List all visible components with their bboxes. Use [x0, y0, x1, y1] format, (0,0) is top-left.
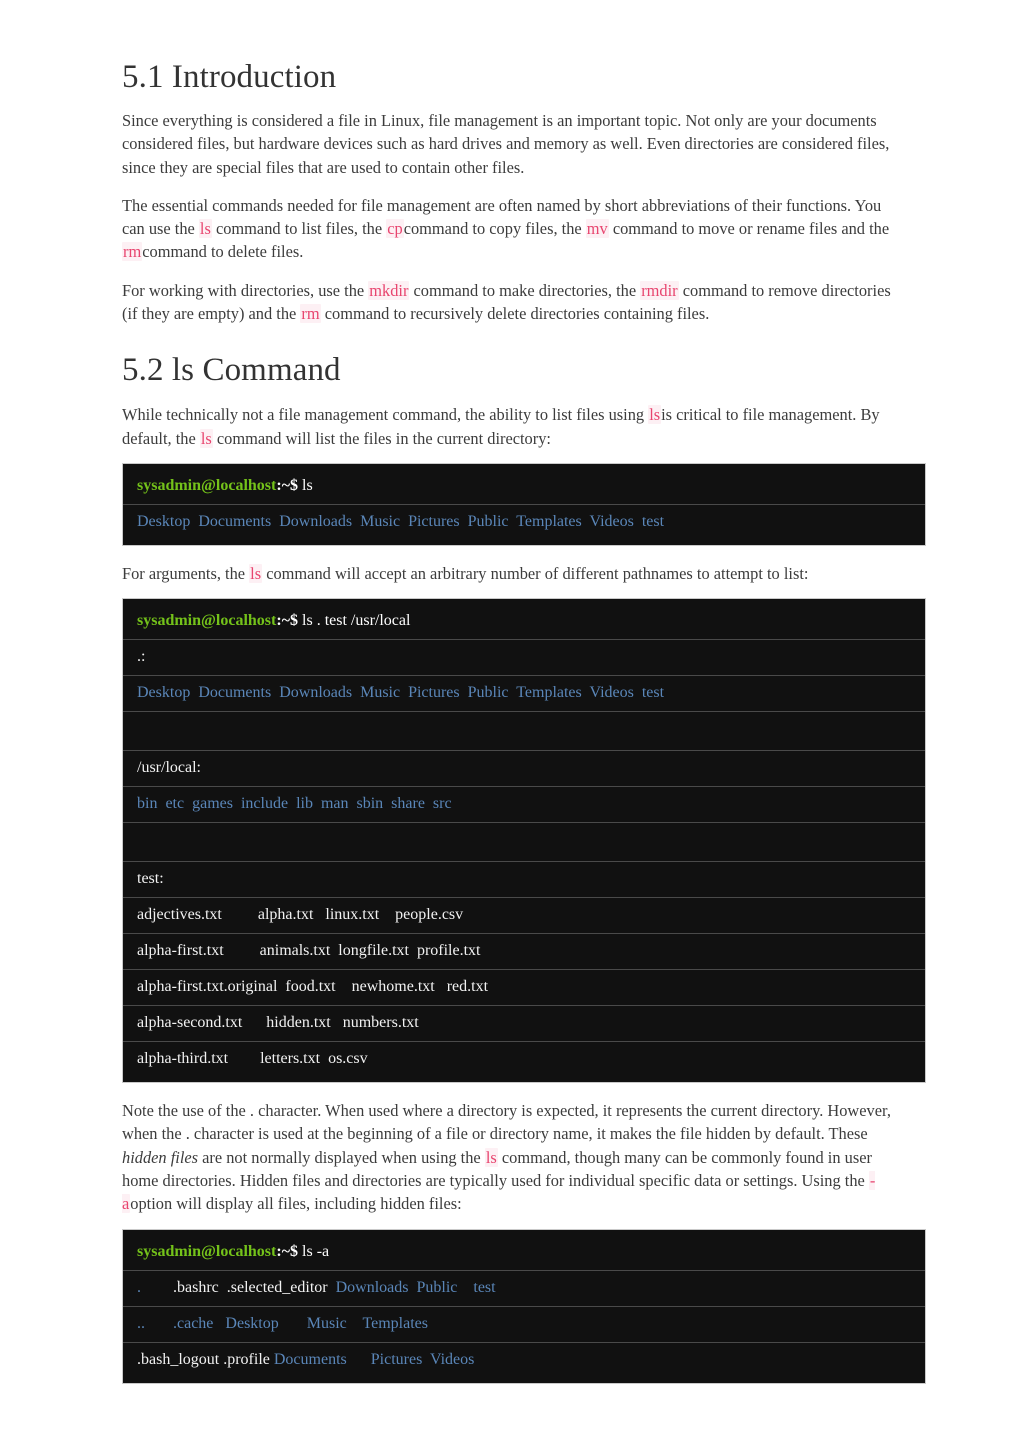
text-run: Note the use of the . character. When us…	[122, 1101, 891, 1144]
terminal-directory-name: ..	[137, 1314, 145, 1332]
terminal-prompt-symbol: :~$	[276, 1242, 299, 1260]
terminal-output-line: Desktop Documents Downloads Music Pictur…	[123, 504, 925, 545]
terminal-file-name: alpha-third.txt letters.txt os.csv	[137, 1050, 368, 1068]
inline-code-ls: ls	[648, 405, 662, 425]
text-run: Since everything is considered a file in…	[122, 110, 890, 177]
page-title-ls-command: 5.2 ls Command	[122, 352, 341, 389]
terminal-file-name: alpha-first.txt.original food.txt newhom…	[137, 978, 489, 996]
terminal-prompt-line: sysadmin@localhost:~$ ls -a	[123, 1229, 925, 1271]
terminal-output-line: Desktop Documents Downloads Music Pictur…	[123, 676, 925, 713]
text-run: are not normally displayed when using th…	[198, 1147, 485, 1167]
inline-code-rmdir: rmdir	[640, 280, 679, 300]
paragraph-intro-1: Since everything is considered a file in…	[122, 109, 902, 179]
terminal-directory-name: .cache Desktop Music Templates	[173, 1314, 428, 1332]
terminal-block-ls-all: sysadmin@localhost:~$ ls -a. .bashrc .se…	[122, 1228, 926, 1384]
text-run: command will list the files in the curre…	[212, 428, 551, 448]
terminal-file-name: adjectives.txt alpha.txt linux.txt peopl…	[137, 906, 464, 924]
terminal-file-name: .:	[137, 648, 146, 666]
paragraph-ls-2: For arguments, the ls command will accep…	[122, 562, 902, 585]
terminal-output-line: alpha-first.txt animals.txt longfile.txt…	[123, 934, 925, 971]
terminal-prompt-symbol: :~$	[276, 476, 299, 494]
paragraph-ls-1: While technically not a file management …	[122, 403, 902, 450]
terminal-directory-name: Documents Pictures Videos	[273, 1350, 475, 1368]
terminal-output-line: . .bashrc .selected_editor Downloads Pub…	[123, 1270, 925, 1307]
terminal-file-name: alpha-second.txt hidden.txt numbers.txt	[137, 1014, 419, 1032]
text-run: command to delete files.	[142, 242, 304, 262]
terminal-output-line: .bash_logout .profile Documents Pictures…	[123, 1342, 925, 1383]
terminal-file-name: /usr/local:	[137, 759, 201, 777]
terminal-file-name: alpha-first.txt animals.txt longfile.txt…	[137, 942, 481, 960]
terminal-file-name: test:	[137, 870, 164, 888]
terminal-output-line: /usr/local:	[123, 751, 925, 788]
terminal-output-line: adjectives.txt alpha.txt linux.txt peopl…	[123, 898, 925, 935]
inline-code-rm: rm	[122, 242, 143, 262]
terminal-blank-line	[123, 712, 925, 752]
text-run: command to make directories, the	[409, 280, 641, 300]
terminal-output-line: alpha-first.txt.original food.txt newhom…	[123, 970, 925, 1007]
terminal-directory-name: Desktop Documents Downloads Music Pictur…	[137, 512, 665, 530]
terminal-blank-line	[123, 823, 925, 863]
paragraph-ls-3: Note the use of the . character. When us…	[122, 1099, 902, 1215]
page-title-introduction: 5.1 Introduction	[122, 59, 337, 95]
terminal-prompt-line: sysadmin@localhost:~$ ls	[123, 463, 925, 505]
text-run: For arguments, the	[122, 563, 250, 583]
terminal-command-text: ls -a	[298, 1242, 330, 1260]
terminal-file-name	[137, 722, 141, 739]
paragraph-intro-2: The essential commands needed for file m…	[122, 194, 902, 264]
terminal-prompt-symbol: :~$	[276, 612, 299, 630]
terminal-prompt-user: sysadmin@localhost	[137, 1242, 277, 1260]
inline-code-ls: ls	[249, 563, 263, 583]
inline-code-ls: ls	[198, 219, 212, 239]
text-run: command to recursively delete directorie…	[320, 304, 710, 324]
text-run: While technically not a file management …	[122, 405, 649, 425]
terminal-command-text: ls	[298, 476, 313, 494]
inline-code-cp: cp	[386, 219, 404, 239]
terminal-prompt-user: sysadmin@localhost	[137, 476, 277, 494]
terminal-file-name: .bashrc .selected_editor	[141, 1278, 336, 1296]
text-run: command to copy files, the	[403, 219, 586, 239]
terminal-output-line: .:	[123, 640, 925, 677]
terminal-block-ls-paths: sysadmin@localhost:~$ ls . test /usr/loc…	[122, 598, 926, 1084]
inline-code-rm: rm	[300, 304, 321, 324]
terminal-prompt-line: sysadmin@localhost:~$ ls . test /usr/loc…	[123, 599, 925, 641]
paragraph-intro-3: For working with directories, use the mk…	[122, 279, 902, 326]
document-page: 5.1 Introduction Since everything is con…	[0, 0, 1020, 1384]
inline-code-ls: ls	[484, 1147, 498, 1167]
terminal-file-name	[145, 1315, 173, 1332]
terminal-directory-name: bin etc games include lib man sbin share…	[137, 795, 452, 813]
terminal-output-line: bin etc games include lib man sbin share…	[123, 787, 925, 824]
terminal-output-line: alpha-third.txt letters.txt os.csv	[123, 1042, 925, 1083]
text-run: For working with directories, use the	[122, 280, 369, 300]
terminal-command-text: ls . test /usr/local	[298, 612, 411, 630]
text-run: option will display all files, including…	[130, 1194, 462, 1214]
inline-code-mv: mv	[585, 219, 609, 239]
inline-code-mkdir: mkdir	[368, 280, 410, 300]
text-run: command will accept an arbitrary number …	[262, 563, 809, 583]
text-run: command to list files, the	[211, 219, 387, 239]
terminal-file-name	[137, 833, 141, 850]
terminal-file-name: .bash_logout .profile	[137, 1350, 274, 1368]
emphasis-text: hidden files	[122, 1147, 199, 1167]
terminal-output-line: .. .cache Desktop Music Templates	[123, 1306, 925, 1343]
terminal-directory-name: Downloads Public test	[335, 1278, 496, 1296]
terminal-output-line: alpha-second.txt hidden.txt numbers.txt	[123, 1006, 925, 1043]
text-run: command to move or rename files and the	[608, 219, 890, 239]
terminal-directory-name: Desktop Documents Downloads Music Pictur…	[137, 684, 665, 702]
terminal-prompt-user: sysadmin@localhost	[137, 612, 277, 630]
terminal-block-ls: sysadmin@localhost:~$ ls Desktop Document…	[122, 462, 926, 546]
terminal-output-line: test:	[123, 862, 925, 899]
inline-code-ls: ls	[199, 428, 213, 448]
